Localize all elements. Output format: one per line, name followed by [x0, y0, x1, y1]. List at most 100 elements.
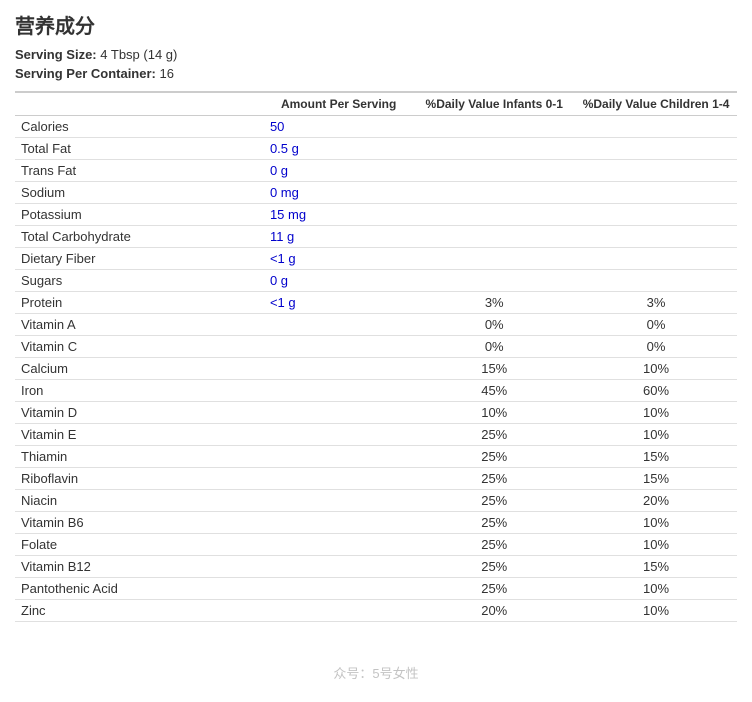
- daily-value-children: [575, 226, 737, 248]
- nutrient-name: Vitamin B6: [15, 512, 264, 534]
- nutrient-amount: [264, 578, 413, 600]
- table-row: Iron 45%60%: [15, 380, 737, 402]
- nutrient-name: Niacin: [15, 490, 264, 512]
- table-row: Niacin 25%20%: [15, 490, 737, 512]
- table-row: Riboflavin 25%15%: [15, 468, 737, 490]
- table-row: Total Carbohydrate11 g: [15, 226, 737, 248]
- table-row: Vitamin E 25%10%: [15, 424, 737, 446]
- daily-value-children: [575, 270, 737, 292]
- daily-value-children: 10%: [575, 358, 737, 380]
- nutrient-amount: [264, 314, 413, 336]
- daily-value-infants: [413, 204, 575, 226]
- table-row: Sodium0 mg: [15, 182, 737, 204]
- daily-value-children: 15%: [575, 556, 737, 578]
- table-row: Total Fat0.5 g: [15, 138, 737, 160]
- nutrient-amount: <1 g: [264, 292, 413, 314]
- nutrient-name: Iron: [15, 380, 264, 402]
- serving-size-value: 4 Tbsp (14 g): [100, 47, 177, 62]
- nutrient-amount: [264, 490, 413, 512]
- daily-value-infants: 3%: [413, 292, 575, 314]
- daily-value-children: 10%: [575, 512, 737, 534]
- nutrient-amount: 0 g: [264, 160, 413, 182]
- table-row: Vitamin D 10%10%: [15, 402, 737, 424]
- nutrient-name: Vitamin D: [15, 402, 264, 424]
- daily-value-infants: 0%: [413, 336, 575, 358]
- nutrient-amount: [264, 600, 413, 622]
- daily-value-children: [575, 248, 737, 270]
- daily-value-infants: 0%: [413, 314, 575, 336]
- daily-value-children: 10%: [575, 578, 737, 600]
- daily-value-infants: 25%: [413, 534, 575, 556]
- daily-value-children: 20%: [575, 490, 737, 512]
- nutrient-name: Sugars: [15, 270, 264, 292]
- nutrient-name: Total Carbohydrate: [15, 226, 264, 248]
- daily-value-children: 15%: [575, 468, 737, 490]
- daily-value-infants: 25%: [413, 578, 575, 600]
- table-row: Zinc20%10%: [15, 600, 737, 622]
- nutrient-amount: [264, 336, 413, 358]
- daily-value-infants: 25%: [413, 424, 575, 446]
- col-nutrient: [15, 92, 264, 116]
- nutrient-amount: [264, 446, 413, 468]
- nutrient-name: Vitamin E: [15, 424, 264, 446]
- daily-value-children: 10%: [575, 424, 737, 446]
- nutrient-name: Calories: [15, 116, 264, 138]
- nutrient-amount: [264, 380, 413, 402]
- daily-value-children: [575, 160, 737, 182]
- nutrient-name: Trans Fat: [15, 160, 264, 182]
- serving-per-container-label: Serving Per Container:: [15, 66, 156, 81]
- daily-value-children: [575, 182, 737, 204]
- daily-value-infants: 25%: [413, 556, 575, 578]
- daily-value-children: 15%: [575, 446, 737, 468]
- nutrient-name: Vitamin C: [15, 336, 264, 358]
- daily-value-children: [575, 204, 737, 226]
- daily-value-children: [575, 116, 737, 138]
- table-row: Vitamin B12 25%15%: [15, 556, 737, 578]
- nutrient-name: Riboflavin: [15, 468, 264, 490]
- col-daily-children: %Daily Value Children 1-4: [575, 92, 737, 116]
- table-row: Thiamin 25%15%: [15, 446, 737, 468]
- table-row: Vitamin A 0%0%: [15, 314, 737, 336]
- nutrient-amount: 11 g: [264, 226, 413, 248]
- daily-value-children: [575, 138, 737, 160]
- nutrient-name: Zinc: [15, 600, 264, 622]
- table-row: Folate25%10%: [15, 534, 737, 556]
- daily-value-infants: 25%: [413, 512, 575, 534]
- table-row: Sugars0 g: [15, 270, 737, 292]
- daily-value-infants: [413, 248, 575, 270]
- daily-value-children: 10%: [575, 600, 737, 622]
- nutrient-name: Vitamin A: [15, 314, 264, 336]
- nutrient-amount: [264, 424, 413, 446]
- serving-per-container-value: 16: [160, 66, 174, 81]
- daily-value-children: 0%: [575, 336, 737, 358]
- daily-value-children: 10%: [575, 402, 737, 424]
- table-row: Trans Fat0 g: [15, 160, 737, 182]
- daily-value-children: 60%: [575, 380, 737, 402]
- nutrition-table: Amount Per Serving %Daily Value Infants …: [15, 91, 737, 622]
- nutrient-amount: [264, 534, 413, 556]
- daily-value-infants: [413, 270, 575, 292]
- daily-value-infants: 25%: [413, 468, 575, 490]
- nutrient-amount: 0.5 g: [264, 138, 413, 160]
- daily-value-infants: 25%: [413, 446, 575, 468]
- table-row: Vitamin B6 25%10%: [15, 512, 737, 534]
- table-row: Vitamin C 0%0%: [15, 336, 737, 358]
- nutrient-amount: 50: [264, 116, 413, 138]
- nutrient-amount: [264, 402, 413, 424]
- nutrient-name: Thiamin: [15, 446, 264, 468]
- col-amount: Amount Per Serving: [264, 92, 413, 116]
- daily-value-infants: 45%: [413, 380, 575, 402]
- nutrient-amount: 0 mg: [264, 182, 413, 204]
- daily-value-infants: 10%: [413, 402, 575, 424]
- nutrient-name: Protein: [15, 292, 264, 314]
- daily-value-children: 0%: [575, 314, 737, 336]
- nutrient-name: Total Fat: [15, 138, 264, 160]
- nutrient-name: Folate: [15, 534, 264, 556]
- daily-value-infants: 25%: [413, 490, 575, 512]
- nutrient-name: Calcium: [15, 358, 264, 380]
- nutrient-name: Vitamin B12: [15, 556, 264, 578]
- nutrient-amount: [264, 358, 413, 380]
- serving-size-label: Serving Size:: [15, 47, 97, 62]
- nutrient-name: Pantothenic Acid: [15, 578, 264, 600]
- daily-value-infants: [413, 182, 575, 204]
